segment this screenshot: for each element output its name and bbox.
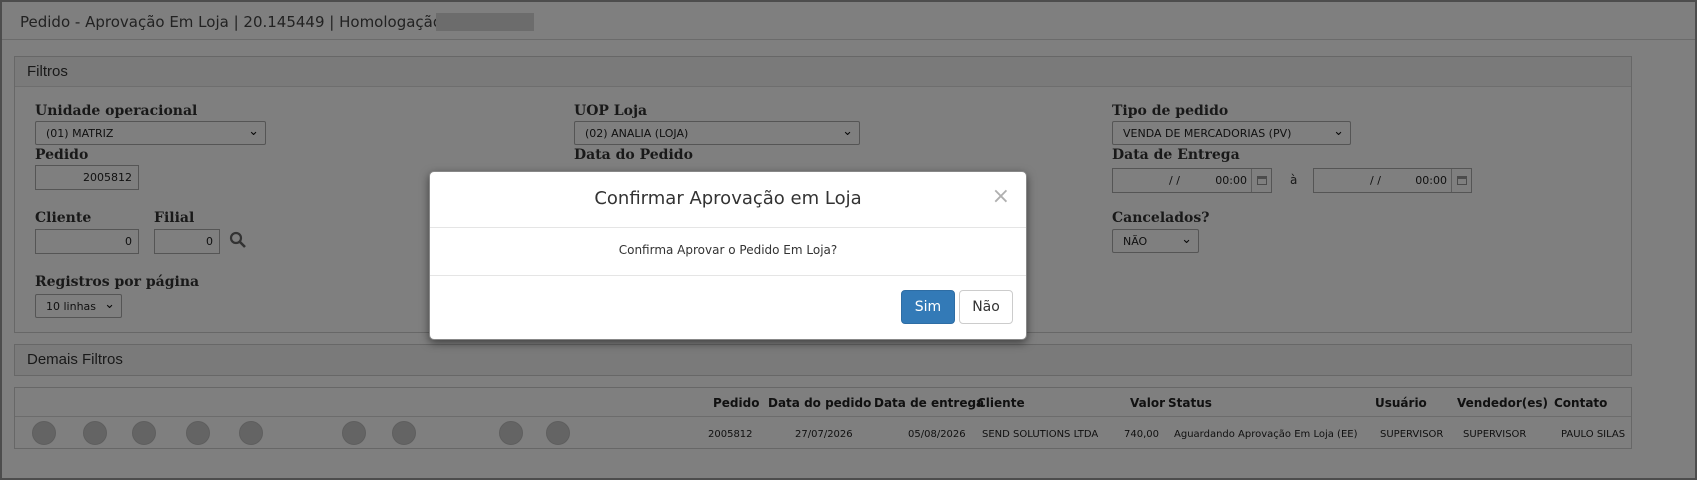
confirm-dialog: Confirmar Aprovação em Loja × Confirma A… (429, 171, 1027, 340)
dialog-message: Confirma Aprovar o Pedido Em Loja? (618, 243, 838, 257)
close-icon[interactable]: × (992, 184, 1010, 209)
confirm-button[interactable]: Sim (901, 290, 955, 324)
dialog-header: Confirmar Aprovação em Loja × (430, 172, 1026, 228)
cancel-button[interactable]: Não (959, 290, 1013, 324)
dialog-title: Confirmar Aprovação em Loja (594, 188, 862, 209)
dialog-body: Confirma Aprovar o Pedido Em Loja? (430, 228, 1026, 276)
